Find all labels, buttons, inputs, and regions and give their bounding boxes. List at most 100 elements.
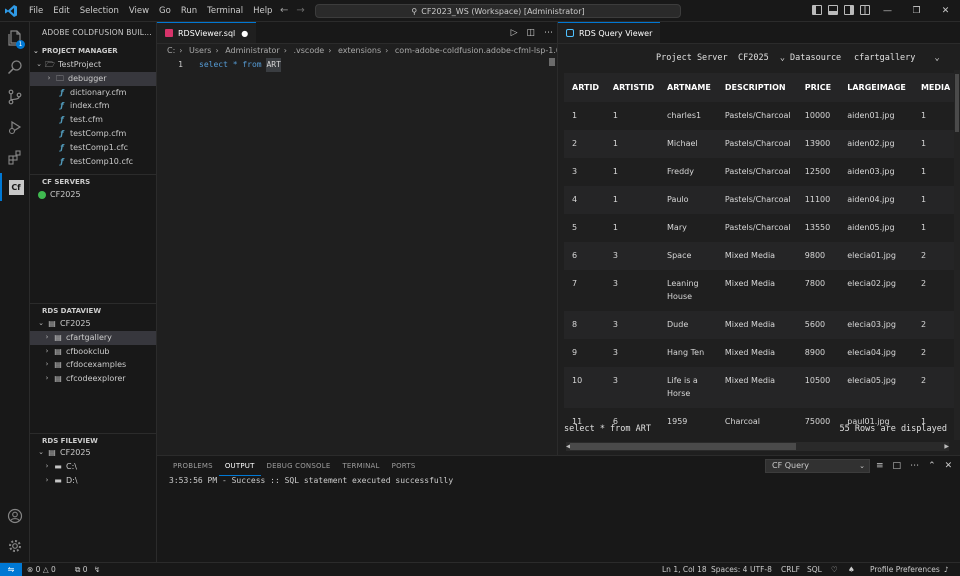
sidebar-item-cfdocexamples[interactable]: › ▤ cfdocexamples <box>30 358 156 372</box>
sidebar-item-debugger[interactable]: › 🗀 debugger <box>30 71 156 86</box>
datasource-select[interactable]: cfartgallery ⌄ <box>854 53 940 63</box>
column-header[interactable]: ARTISTID <box>604 73 660 102</box>
forward-arrow-icon[interactable]: → <box>296 0 304 22</box>
more-actions-icon[interactable]: ⋯ <box>910 461 919 471</box>
menu-run[interactable]: Run <box>176 0 202 22</box>
sidebar-item-drive-d[interactable]: › ▬ D:\ <box>30 474 156 488</box>
rds-fileview-header[interactable]: RDS FILEVIEW <box>30 433 156 447</box>
sidebar-item-dictionary-cfm[interactable]: ƒ dictionary.cfm <box>30 86 156 100</box>
ports-indicator[interactable]: ⧉ 0 <box>75 563 88 576</box>
debug-icon[interactable]: ↯ <box>94 563 100 576</box>
table-row[interactable]: 9 3 Hang Ten Mixed Media 8900 elecia04.jpg 2 <box>564 339 960 367</box>
extensions-icon[interactable] <box>0 143 30 171</box>
vertical-scrollbar[interactable] <box>954 70 960 440</box>
rds-dataview-header[interactable]: RDS DATAVIEW <box>30 303 156 317</box>
column-header[interactable]: DESCRIPTION <box>716 73 797 102</box>
tab-ports[interactable]: PORTS <box>386 456 422 476</box>
command-center-search[interactable]: ⚲ CF2023_WS (Workspace) [Administrator] <box>315 4 681 18</box>
restore-icon[interactable]: ❐ <box>902 0 931 22</box>
accessibility-icon[interactable]: ♠ <box>848 563 855 576</box>
table-row[interactable]: 6 3 Space Mixed Media 9800 elecia01.jpg 2 <box>564 242 960 270</box>
breadcrumb-item[interactable]: extensions <box>338 46 381 55</box>
menu-selection[interactable]: Selection <box>75 0 124 22</box>
tab-rds-query-viewer[interactable]: RDS Query Viewer <box>558 22 661 43</box>
problems-indicator[interactable]: ⊗ 0 △ 0 <box>27 563 56 576</box>
sidebar-item-cfcodeexplorer[interactable]: › ▤ cfcodeexplorer <box>30 372 156 386</box>
tab-problems[interactable]: PROBLEMS <box>167 456 219 476</box>
tab-rdsviewer-sql[interactable]: RDSViewer.sql ● <box>157 22 257 43</box>
sidebar-item-rds-server[interactable]: ⌄ ▤ CF2025 <box>30 317 156 331</box>
sidebar-item-testcomp1-cfc[interactable]: ƒ testComp1.cfc <box>30 141 156 155</box>
table-row[interactable]: 4 1 Paulo Pastels/Charcoal 11100 aiden04.jpg 1 <box>564 186 960 214</box>
breadcrumb-item[interactable]: Users <box>189 46 211 55</box>
column-header[interactable]: ARTNAME <box>659 73 717 102</box>
project-manager-header[interactable]: ⌄ PROJECT MANAGER <box>30 44 118 58</box>
explorer-icon[interactable]: 1 <box>0 24 30 52</box>
column-header[interactable]: MEDIA <box>912 73 960 102</box>
cf-servers-header[interactable]: CF SERVERS <box>30 174 156 188</box>
close-icon[interactable]: ✕ <box>931 0 960 22</box>
menu-go[interactable]: Go <box>154 0 176 22</box>
table-row[interactable]: 3 1 Freddy Pastels/Charcoal 12500 aiden03.jpg… <box>564 158 960 186</box>
sidebar-item-testcomp-cfm[interactable]: ƒ testComp.cfm <box>30 127 156 141</box>
tab-terminal[interactable]: TERMINAL <box>336 456 385 476</box>
customize-layout-icon[interactable] <box>860 5 870 15</box>
sidebar-item-cfartgallery[interactable]: › ▤ cfartgallery <box>30 330 156 345</box>
language-mode[interactable]: SQL <box>807 563 822 576</box>
sidebar-item-cf2025-server[interactable]: CF2025 <box>30 188 156 202</box>
table-row[interactable]: 7 3 Leaning House Mixed Media 7800 elecia02.j… <box>564 270 960 311</box>
breadcrumb-item[interactable]: Administrator <box>225 46 280 55</box>
back-arrow-icon[interactable]: ← <box>280 0 288 22</box>
coldfusion-icon[interactable]: Cf <box>0 173 30 201</box>
table-row[interactable]: 10 3 Life is a Horse Mixed Media 10500 elecia… <box>564 367 960 408</box>
horizontal-scrollbar[interactable]: ◀ ▶ <box>566 442 949 451</box>
breadcrumb-item[interactable]: com-adobe-coldfusion.adobe-cfml-lsp-1.0.… <box>395 46 557 55</box>
table-row[interactable]: 8 3 Dude Mixed Media 5600 elecia03.jpg 2 <box>564 311 960 339</box>
unsaved-dot-icon[interactable]: ● <box>241 29 248 38</box>
menu-help[interactable]: Help <box>248 0 277 22</box>
sidebar-item-cfbookclub[interactable]: › ▤ cfbookclub <box>30 345 156 359</box>
table-row[interactable]: 5 1 Mary Pastels/Charcoal 13550 aiden05.jpg 1 <box>564 214 960 242</box>
cursor-position[interactable]: Ln 1, Col 18 <box>662 563 707 576</box>
copilot-icon[interactable]: ♡ <box>831 563 838 576</box>
tab-debug-console[interactable]: DEBUG CONSOLE <box>261 456 337 476</box>
search-icon[interactable] <box>0 53 30 81</box>
maximize-panel-icon[interactable]: ⌃ <box>928 461 936 471</box>
sidebar-item-fileview-server[interactable]: ⌄ ▤ CF2025 <box>30 446 156 460</box>
run-icon[interactable]: ▷ <box>511 28 518 38</box>
table-row[interactable]: 2 1 Michael Pastels/Charcoal 13900 aiden02.jp… <box>564 130 960 158</box>
column-header[interactable]: ARTID <box>564 73 605 102</box>
menu-edit[interactable]: Edit <box>48 0 74 22</box>
output-channel-select[interactable]: CF Query ⌄ <box>765 459 870 473</box>
toggle-secondary-sidebar-icon[interactable] <box>844 5 854 15</box>
manage-gear-icon[interactable] <box>0 532 30 560</box>
encoding[interactable]: UTF-8 <box>750 563 772 576</box>
filter-icon[interactable]: ≡ <box>876 461 884 471</box>
column-header[interactable]: PRICE <box>796 73 840 102</box>
breadcrumb-item[interactable]: .vscode <box>293 46 324 55</box>
split-editor-icon[interactable]: ◫ <box>526 28 535 38</box>
sidebar-item-test-cfm[interactable]: ƒ test.cfm <box>30 113 156 127</box>
sidebar-item-testproject[interactable]: ⌄ 🗁 TestProject <box>30 58 156 72</box>
notifications-bell-icon[interactable]: ♪ <box>944 563 949 576</box>
profile-preferences[interactable]: Profile Preferences <box>870 563 940 576</box>
close-panel-icon[interactable]: ✕ <box>945 461 953 471</box>
accounts-icon[interactable] <box>0 502 30 530</box>
lock-scroll-icon[interactable]: □ <box>893 461 902 471</box>
scroll-right-icon[interactable]: ▶ <box>944 442 949 451</box>
tab-output[interactable]: OUTPUT <box>218 456 261 476</box>
menu-file[interactable]: File <box>24 0 48 22</box>
end-of-line[interactable]: CRLF <box>781 563 800 576</box>
remote-icon[interactable]: ⇋ <box>0 563 22 576</box>
sidebar-item-index-cfm[interactable]: ƒ index.cfm <box>30 99 156 113</box>
toggle-primary-sidebar-icon[interactable] <box>812 5 822 15</box>
menu-view[interactable]: View <box>124 0 154 22</box>
breadcrumb-item[interactable]: C: <box>167 46 175 55</box>
indentation[interactable]: Spaces: 4 <box>711 563 747 576</box>
toggle-panel-icon[interactable] <box>828 5 838 15</box>
scrollbar-thumb[interactable] <box>570 443 796 450</box>
run-debug-icon[interactable] <box>0 113 30 141</box>
results-table-container[interactable]: ARTID ARTISTID ARTNAME DESCRIPTION PRICE LARG… <box>564 73 960 440</box>
code-line[interactable]: 1 select * from ART <box>157 58 557 72</box>
minimize-icon[interactable]: — <box>873 0 902 22</box>
